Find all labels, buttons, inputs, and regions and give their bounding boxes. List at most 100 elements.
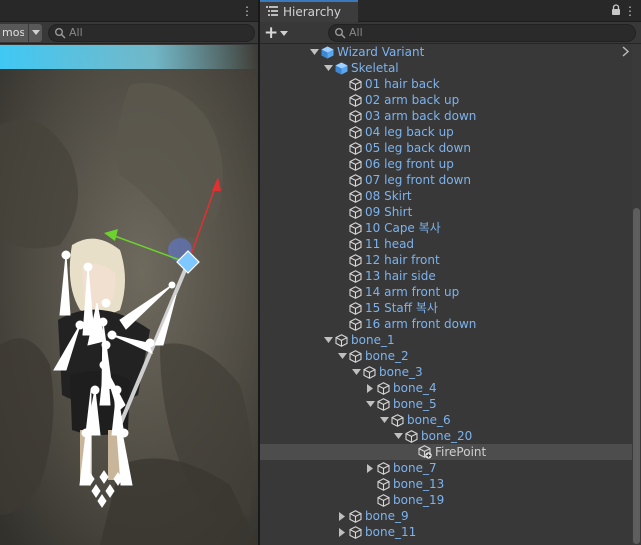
hierarchy-item-bone-6[interactable]: bone_6 <box>260 412 632 428</box>
hierarchy-item-03-arm-back-down[interactable]: 03 arm back down <box>260 108 632 124</box>
expand-arrow-right-icon[interactable] <box>364 380 376 396</box>
hierarchy-item-14-arm-front-up[interactable]: 14 arm front up <box>260 284 632 300</box>
scene-panel-menu-icon[interactable]: ⋮ <box>241 2 253 20</box>
expand-arrow-right-icon[interactable] <box>336 524 348 540</box>
gameobject-icon <box>348 284 362 300</box>
scene-viewport[interactable] <box>0 45 258 545</box>
hierarchy-item-label: 06 leg front up <box>365 157 454 171</box>
hierarchy-item-label: bone_11 <box>365 525 417 539</box>
hierarchy-item-16-arm-front-down[interactable]: 16 arm front down <box>260 316 632 332</box>
expand-arrow-down-icon[interactable] <box>364 396 376 412</box>
hierarchy-item-04-leg-back-up[interactable]: 04 leg back up <box>260 124 632 140</box>
expand-arrow-down-icon[interactable] <box>378 412 390 428</box>
hierarchy-item-10-cape[interactable]: 10 Cape 복사 <box>260 220 632 236</box>
hierarchy-item-label: bone_5 <box>393 397 437 411</box>
hierarchy-item-label: bone_9 <box>365 509 409 523</box>
expand-arrow-down-icon[interactable] <box>336 348 348 364</box>
hierarchy-item-bone-20[interactable]: bone_20 <box>260 428 632 444</box>
gameobject-icon <box>334 332 348 348</box>
expand-arrow-down-icon[interactable] <box>308 44 320 60</box>
hierarchy-item-label: bone_6 <box>407 413 451 427</box>
hierarchy-item-bone-4[interactable]: bone_4 <box>260 380 632 396</box>
hierarchy-item-label: 13 hair side <box>365 269 436 283</box>
hierarchy-item-label: bone_20 <box>421 429 473 443</box>
hierarchy-item-label: 16 arm front down <box>365 317 477 331</box>
gameobject-icon <box>348 156 362 172</box>
hierarchy-item-label: 09 Shirt <box>365 205 413 219</box>
hierarchy-item-07-leg-front-down[interactable]: 07 leg front down <box>260 172 632 188</box>
hierarchy-item-02-arm-back-up[interactable]: 02 arm back up <box>260 92 632 108</box>
lock-icon[interactable] <box>611 4 621 19</box>
gameobject-icon <box>348 204 362 220</box>
hierarchy-scrollbar[interactable] <box>632 44 641 545</box>
hierarchy-item-label: bone_19 <box>393 493 445 507</box>
scene-toolbar: mos All <box>0 22 258 44</box>
hierarchy-item-label: 10 Cape 복사 <box>365 221 441 235</box>
hierarchy-item-bone-2[interactable]: bone_2 <box>260 348 632 364</box>
gizmos-label: mos <box>2 26 24 39</box>
hierarchy-list-icon <box>266 5 278 19</box>
hierarchy-item-bone-19[interactable]: bone_19 <box>260 492 632 508</box>
gizmos-button[interactable]: mos <box>0 24 42 42</box>
gameobject-icon <box>348 140 362 156</box>
hierarchy-item-label: FirePoint <box>435 445 487 459</box>
hierarchy-item-15-staff[interactable]: 15 Staff 복사 <box>260 300 632 316</box>
hierarchy-item-label: 15 Staff 복사 <box>365 301 438 315</box>
gameobject-added-icon <box>418 444 432 460</box>
hierarchy-tab-bar: Hierarchy ⋮ <box>260 0 641 22</box>
hierarchy-item-bone-11[interactable]: bone_11 <box>260 524 632 540</box>
hierarchy-item-13-hair-side[interactable]: 13 hair side <box>260 268 632 284</box>
triangle-down-icon[interactable] <box>28 24 42 42</box>
scene-render[interactable] <box>0 45 258 545</box>
scene-search-input[interactable]: All <box>48 24 255 42</box>
gameobject-icon <box>348 268 362 284</box>
hierarchy-item-bone-3[interactable]: bone_3 <box>260 364 632 380</box>
tab-hierarchy[interactable]: Hierarchy <box>260 0 358 22</box>
prefab-icon <box>334 60 348 76</box>
gameobject-icon <box>348 508 362 524</box>
hierarchy-item-06-leg-front-up[interactable]: 06 leg front up <box>260 156 632 172</box>
hierarchy-item-11-head[interactable]: 11 head <box>260 236 632 252</box>
hierarchy-item-firepoint[interactable]: FirePoint <box>260 444 632 460</box>
hierarchy-tree[interactable]: Wizard Variant Skeletal 01 hair back 02 arm… <box>260 44 632 545</box>
gameobject-icon <box>404 428 418 444</box>
hierarchy-item-01-hair-back[interactable]: 01 hair back <box>260 76 632 92</box>
gameobject-icon <box>362 364 376 380</box>
hierarchy-panel-menu-icon[interactable]: ⋮ <box>624 2 636 20</box>
hierarchy-panel: Hierarchy ⋮ + All Wizard Variant Skeletal… <box>260 0 641 545</box>
gameobject-icon <box>348 124 362 140</box>
expand-arrow-down-icon[interactable] <box>392 428 404 444</box>
hierarchy-item-label: bone_7 <box>393 461 437 475</box>
hierarchy-item-bone-1[interactable]: bone_1 <box>260 332 632 348</box>
hierarchy-item-bone-9[interactable]: bone_9 <box>260 508 632 524</box>
search-icon <box>54 27 66 44</box>
gameobject-icon <box>348 524 362 540</box>
hierarchy-item-bone-5[interactable]: bone_5 <box>260 396 632 412</box>
hierarchy-item-09-shirt[interactable]: 09 Shirt <box>260 204 632 220</box>
chevron-right-icon[interactable] <box>622 46 630 60</box>
scrollbar-thumb[interactable] <box>633 208 640 544</box>
hierarchy-item-label: 11 head <box>365 237 415 251</box>
gameobject-icon <box>376 380 390 396</box>
gameobject-icon <box>348 220 362 236</box>
hierarchy-item-label: 01 hair back <box>365 77 440 91</box>
hierarchy-item-05-leg-back-down[interactable]: 05 leg back down <box>260 140 632 156</box>
hierarchy-item-12-hair-front[interactable]: 12 hair front <box>260 252 632 268</box>
expand-arrow-down-icon[interactable] <box>322 332 334 348</box>
hierarchy-item-08-skirt[interactable]: 08 Skirt <box>260 188 632 204</box>
hierarchy-search-placeholder: All <box>349 26 363 39</box>
hierarchy-item-wizard-variant[interactable]: Wizard Variant <box>260 44 632 60</box>
hierarchy-search-input[interactable]: All <box>328 24 636 42</box>
hierarchy-item-skeletal[interactable]: Skeletal <box>260 60 632 76</box>
expand-arrow-right-icon[interactable] <box>364 460 376 476</box>
scene-search-placeholder: All <box>69 26 83 39</box>
hierarchy-toolbar: + All <box>260 22 641 44</box>
gameobject-icon <box>348 316 362 332</box>
expand-arrow-down-icon[interactable] <box>350 364 362 380</box>
expand-arrow-down-icon[interactable] <box>322 60 334 76</box>
hierarchy-item-bone-7[interactable]: bone_7 <box>260 460 632 476</box>
hierarchy-item-bone-13[interactable]: bone_13 <box>260 476 632 492</box>
expand-arrow-right-icon[interactable] <box>336 508 348 524</box>
hierarchy-item-label: 02 arm back up <box>365 93 460 107</box>
add-button[interactable]: + <box>264 23 294 43</box>
